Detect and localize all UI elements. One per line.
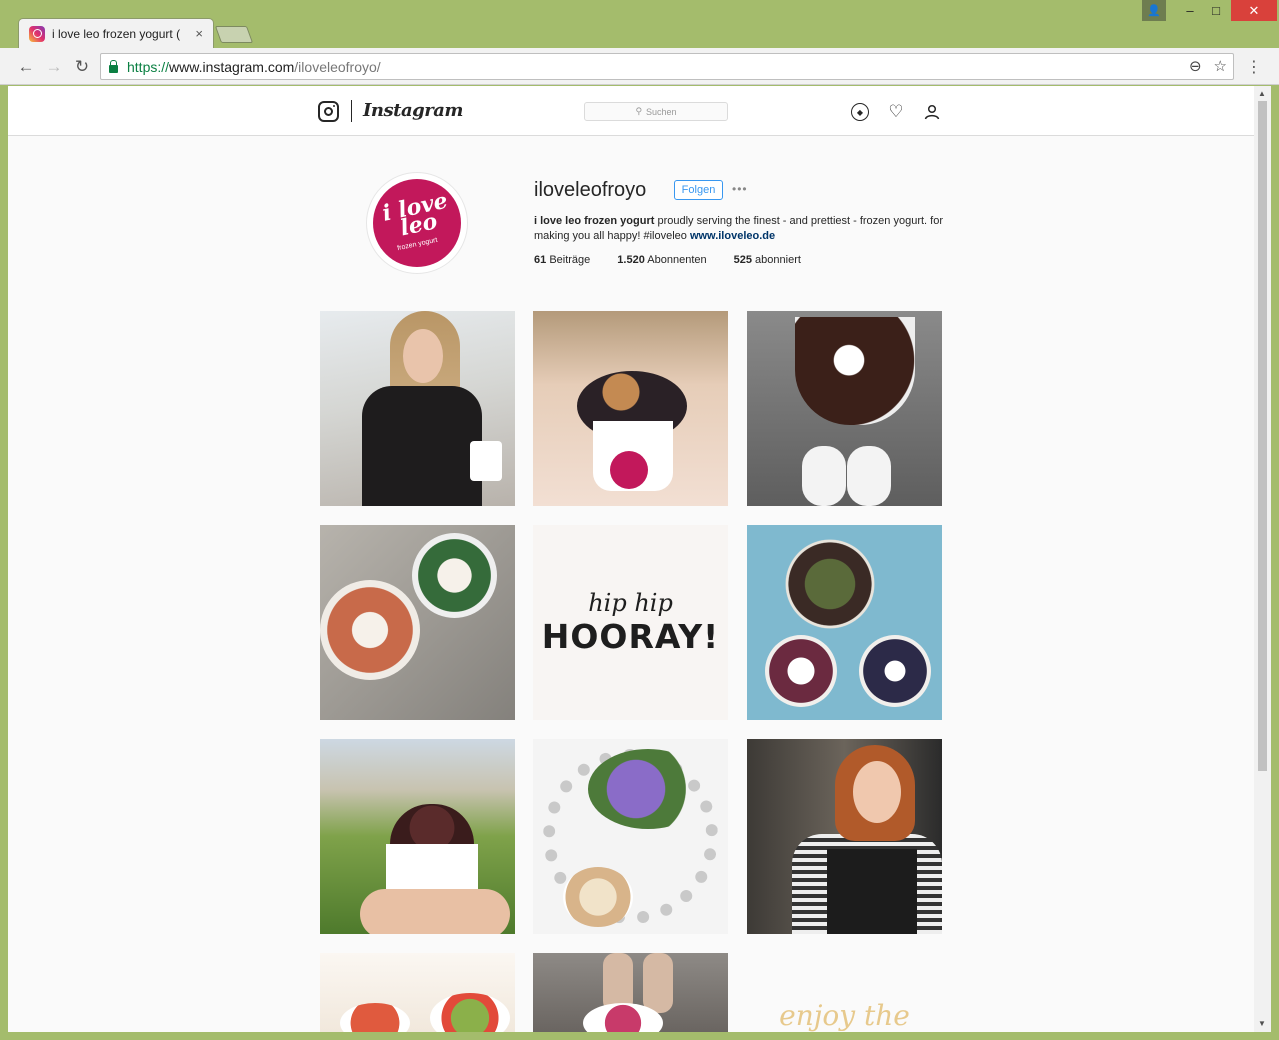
zoom-icon[interactable]: ⊖ xyxy=(1189,57,1202,75)
reload-icon[interactable]: ↻ xyxy=(71,56,93,78)
header-divider xyxy=(351,100,352,122)
profile-stats: 61 Beiträge 1.520 Abonnenten 525 abonnie… xyxy=(534,254,828,266)
scroll-up-arrow-icon[interactable]: ▲ xyxy=(1258,89,1266,98)
post-thumbnail[interactable]: enjoy the xyxy=(747,953,942,1032)
instagram-wordmark[interactable]: Instagram xyxy=(363,100,463,121)
stat-label: abonniert xyxy=(755,254,801,266)
browser-tab[interactable]: i love leo frozen yogurt ( × xyxy=(18,18,214,48)
stat-value: 61 xyxy=(534,254,547,266)
profile-icon[interactable] xyxy=(923,103,941,121)
follow-button[interactable]: Folgen xyxy=(674,180,723,200)
tab-close-icon[interactable]: × xyxy=(195,26,203,41)
forward-arrow-icon[interactable]: → xyxy=(43,56,65,78)
instagram-header: Instagram ⚲ Suchen ◆ ♡ xyxy=(8,86,1254,136)
browser-toolbar: ← → ↻ https:// www.instagram.com /ilovel… xyxy=(0,48,1279,85)
close-window-button[interactable]: ✕ xyxy=(1231,0,1277,21)
address-bar[interactable]: https:// www.instagram.com /iloveleofroy… xyxy=(100,53,1234,80)
profile-user-icon[interactable]: 👤 xyxy=(1142,0,1166,21)
stat-posts: 61 Beiträge xyxy=(534,254,590,266)
scrollbar-thumb[interactable] xyxy=(1258,101,1267,771)
scroll-down-arrow-icon[interactable]: ▼ xyxy=(1258,1019,1266,1028)
brand-logo: i love leo frozen yogurt xyxy=(373,179,461,267)
page-scrollbar[interactable]: ▲ ▼ xyxy=(1254,86,1271,1032)
post-thumbnail[interactable] xyxy=(320,525,515,720)
bio-link[interactable]: www.iloveleo.de xyxy=(690,230,775,242)
post-thumbnail[interactable] xyxy=(747,739,942,934)
page-viewport: Instagram ⚲ Suchen ◆ ♡ i love leo frozen … xyxy=(8,86,1254,1032)
post-thumbnail[interactable] xyxy=(320,311,515,506)
stat-followers[interactable]: 1.520 Abonnenten xyxy=(617,254,706,266)
post-thumbnail[interactable] xyxy=(533,311,728,506)
search-icon: ⚲ xyxy=(635,106,643,116)
post-thumbnail[interactable] xyxy=(533,739,728,934)
browser-menu-icon[interactable]: ⋮ xyxy=(1246,57,1262,77)
url-scheme: https:// xyxy=(127,58,170,75)
profile-username: iloveleofroyo xyxy=(534,179,647,201)
post-thumbnail[interactable] xyxy=(747,311,942,506)
maximize-button[interactable]: □ xyxy=(1203,0,1229,21)
post-thumbnail[interactable] xyxy=(533,953,728,1032)
bookmark-star-icon[interactable]: ☆ xyxy=(1214,57,1227,75)
instagram-camera-icon[interactable] xyxy=(318,101,339,122)
stat-following[interactable]: 525 abonniert xyxy=(734,254,801,266)
back-arrow-icon[interactable]: ← xyxy=(15,56,37,78)
bio-name: i love leo frozen yogurt xyxy=(534,215,655,227)
search-placeholder: Suchen xyxy=(646,106,677,117)
stat-label: Beiträge xyxy=(549,254,591,266)
stat-value: 525 xyxy=(733,254,752,266)
url-path: /iloveleofroyo/ xyxy=(294,58,381,75)
secure-lock-icon xyxy=(109,59,118,73)
activity-heart-icon[interactable]: ♡ xyxy=(887,102,905,121)
post-thumbnail[interactable] xyxy=(320,739,515,934)
post-lettering-enjoy: enjoy the xyxy=(779,999,910,1032)
stat-label: Abonnenten xyxy=(647,254,707,266)
post-lettering-hip-hip: hip hip xyxy=(588,589,673,617)
post-thumbnail[interactable] xyxy=(747,525,942,720)
minimize-button[interactable]: – xyxy=(1177,0,1203,21)
stat-value: 1.520 xyxy=(617,254,645,266)
search-input[interactable]: ⚲ Suchen xyxy=(584,102,728,121)
instagram-favicon-icon xyxy=(29,25,45,42)
url-host: www.instagram.com xyxy=(169,58,295,75)
post-thumbnail[interactable]: hip hip HOORAY! xyxy=(533,525,728,720)
more-options-icon[interactable]: ••• xyxy=(732,182,748,196)
post-lettering-hooray: HOORAY! xyxy=(541,617,720,656)
profile-bio: i love leo frozen yogurt proudly serving… xyxy=(534,214,954,244)
profile-avatar[interactable]: i love leo frozen yogurt xyxy=(366,172,468,274)
post-thumbnail[interactable] xyxy=(320,953,515,1032)
tab-title: i love leo frozen yogurt ( xyxy=(52,26,181,41)
explore-compass-icon[interactable]: ◆ xyxy=(851,103,869,121)
new-tab-button[interactable] xyxy=(214,26,254,43)
window-titlebar: i love leo frozen yogurt ( × 👤 – □ ✕ xyxy=(0,0,1279,48)
